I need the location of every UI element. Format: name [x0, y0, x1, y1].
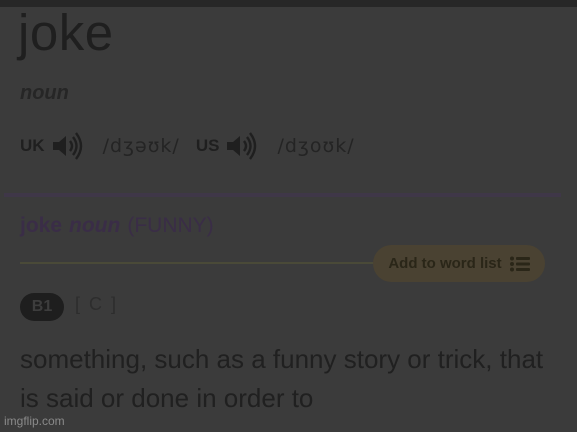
region-us-label: US: [195, 136, 220, 155]
add-to-word-list-label: Add to word list: [388, 255, 502, 272]
sense-part-of-speech: noun: [69, 214, 121, 237]
grammar-code: [ C ]: [75, 294, 119, 314]
definition-text: something, such as a funny story or tric…: [20, 344, 544, 413]
sense-divider: [20, 262, 385, 264]
section-divider: [4, 193, 561, 197]
ipa-uk: /dʒəʊk/: [102, 135, 180, 157]
sense-guideword: (FUNNY): [127, 214, 214, 237]
entry-headword: joke: [18, 4, 114, 61]
sense-title: joke noun (FUNNY): [20, 214, 214, 238]
add-to-word-list-button[interactable]: Add to word list: [373, 245, 545, 282]
watermark: imgflip.com: [4, 414, 65, 428]
region-uk-label: UK: [20, 136, 45, 155]
speaker-icon[interactable]: [225, 132, 259, 160]
list-icon: [509, 256, 530, 272]
pronunciation-row: UK /dʒəʊk/ US /dʒoʊk/: [20, 128, 371, 164]
level-badge: B1: [20, 293, 64, 321]
ipa-us: /dʒoʊk/: [277, 135, 355, 157]
speaker-icon[interactable]: [51, 132, 85, 160]
entry-part-of-speech: noun: [20, 82, 69, 104]
sense-headword: joke: [20, 214, 63, 237]
dictionary-screen: joke noun UK /dʒəʊk/ US /dʒoʊk/ joke nou…: [0, 0, 577, 432]
